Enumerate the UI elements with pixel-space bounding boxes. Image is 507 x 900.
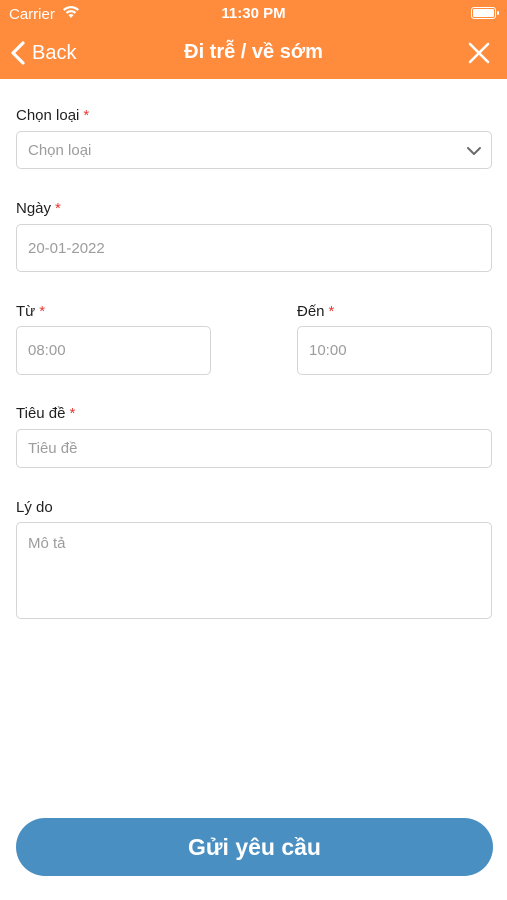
- status-bar: Carrier 11:30 PM: [0, 0, 507, 30]
- submit-button[interactable]: Gửi yêu cầu: [16, 818, 493, 876]
- to-time-value: 10:00: [309, 342, 347, 359]
- reason-field-label: Lý do: [16, 499, 53, 516]
- date-field[interactable]: 20-01-2022: [16, 224, 492, 272]
- date-label-text: Ngày: [16, 200, 52, 217]
- status-time: 11:30 PM: [221, 5, 286, 22]
- date-field-label: Ngày *: [16, 200, 61, 217]
- required-mark: *: [69, 405, 76, 422]
- from-field-label: Từ *: [16, 303, 45, 320]
- reason-label-text: Lý do: [16, 499, 53, 516]
- page-title: Đi trễ / về sớm: [184, 41, 323, 63]
- chevron-down-icon: [467, 147, 481, 155]
- to-label-text: Đến: [297, 303, 325, 320]
- submit-label: Gửi yêu cầu: [188, 833, 321, 860]
- type-field-label: Chọn loại *: [16, 107, 89, 124]
- reason-placeholder: Mô tả: [28, 535, 66, 552]
- date-value: 20-01-2022: [28, 239, 105, 257]
- to-time-field[interactable]: 10:00: [297, 326, 492, 375]
- required-mark: *: [83, 107, 90, 124]
- type-label-text: Chọn loại: [16, 107, 80, 124]
- reason-textarea[interactable]: Mô tả: [16, 522, 492, 619]
- required-mark: *: [39, 303, 46, 320]
- type-select[interactable]: Chọn loại: [16, 131, 492, 169]
- to-field-label: Đến *: [297, 303, 334, 320]
- required-mark: *: [55, 200, 61, 217]
- battery-icon: [471, 7, 499, 19]
- subject-label-text: Tiêu đề: [16, 405, 66, 422]
- type-select-placeholder: Chọn loại: [28, 141, 92, 159]
- required-mark: *: [328, 303, 335, 320]
- from-time-value: 08:00: [28, 342, 66, 359]
- subject-placeholder: Tiêu đề: [28, 440, 78, 457]
- subject-field-label: Tiêu đề *: [16, 405, 75, 422]
- nav-bar: Back Đi trễ / về sớm: [0, 30, 507, 79]
- from-time-field[interactable]: 08:00: [16, 326, 211, 375]
- subject-input[interactable]: Tiêu đề: [16, 429, 492, 468]
- from-label-text: Từ: [16, 303, 36, 320]
- close-icon[interactable]: [467, 41, 491, 65]
